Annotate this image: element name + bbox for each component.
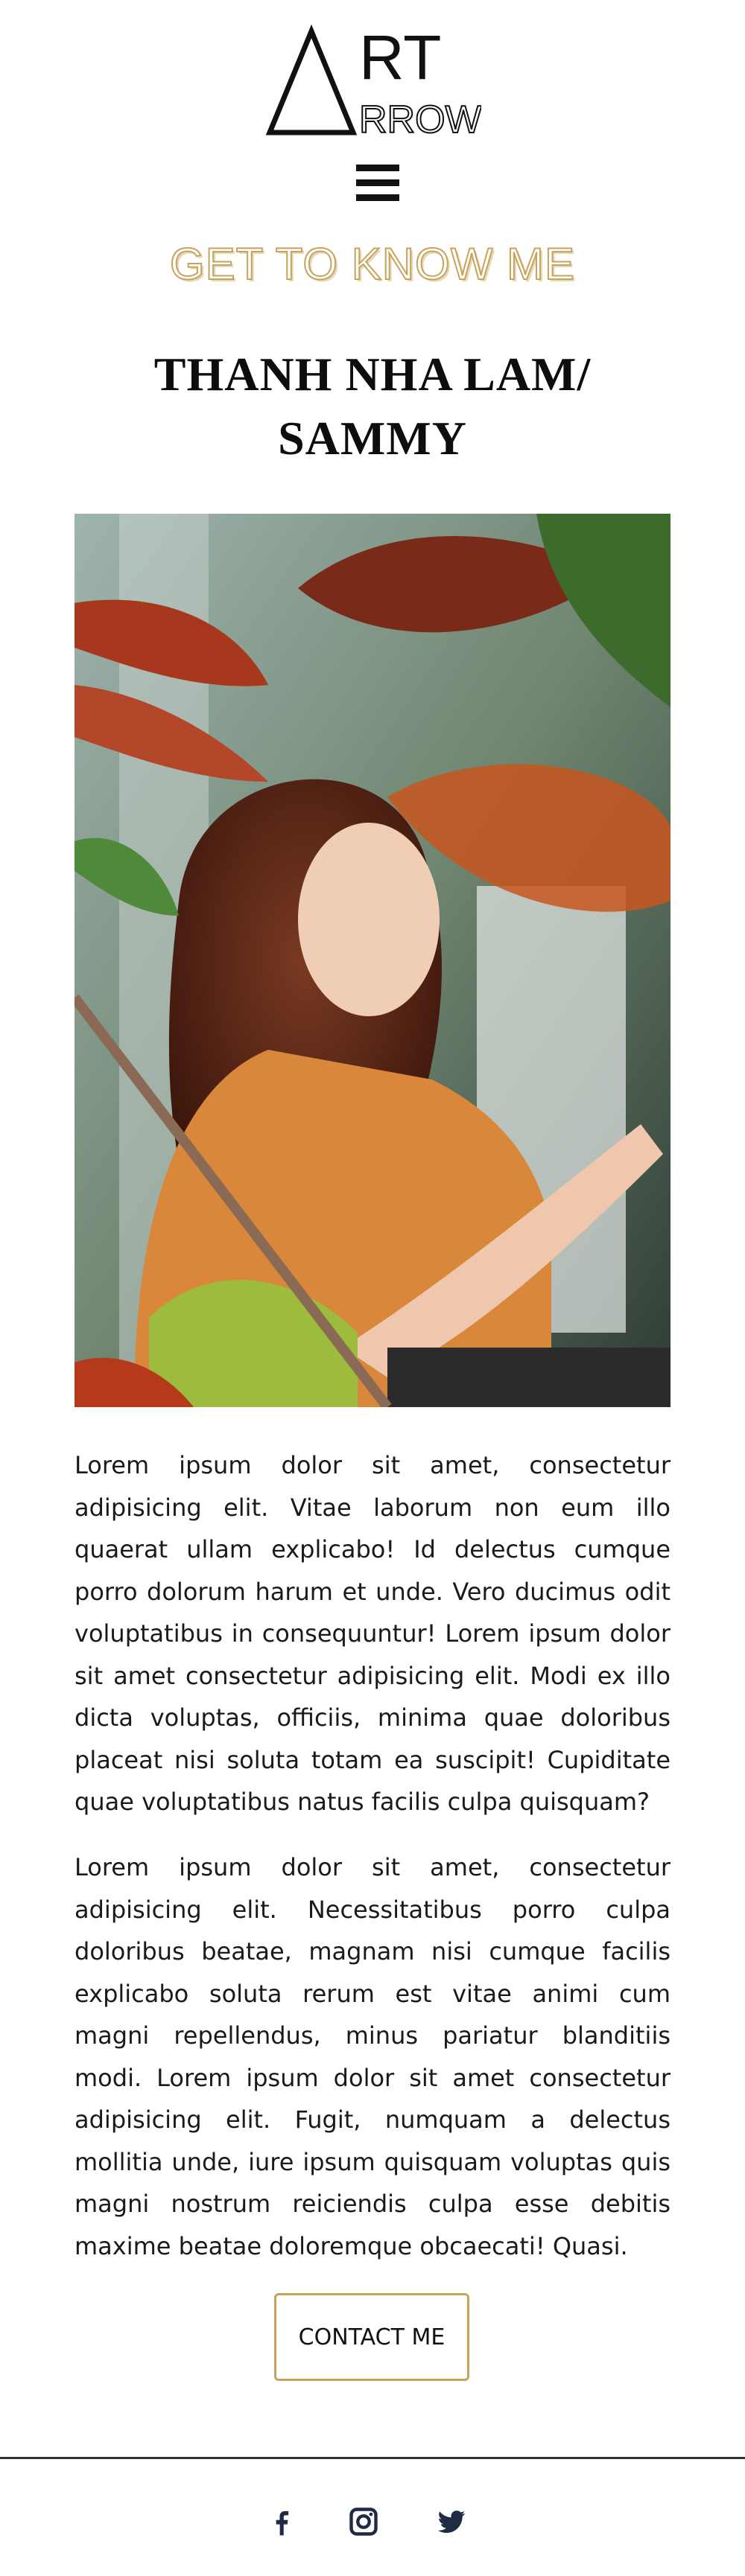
facebook-icon[interactable] [265,2505,298,2538]
profile-name: THANH NHA LAM/ SAMMY [153,348,592,465]
footer-divider [0,2457,745,2459]
twitter-icon[interactable] [435,2505,468,2538]
contact-me-button[interactable]: CONTACT ME [274,2293,469,2381]
about-paragraph-1: Lorem ipsum dolor sit amet, consectetur … [74,1451,670,1816]
art-arrow-logo-icon: RT RROW [265,24,481,137]
hamburger-bar [356,179,399,186]
instagram-icon[interactable] [347,2505,380,2538]
hamburger-menu-button[interactable] [356,165,399,202]
svg-text:RROW: RROW [359,98,481,137]
profile-photo [74,514,670,1407]
svg-text:RT: RT [359,24,441,92]
brand-logo[interactable]: RT RROW [264,24,481,137]
section-kicker: GET TO KNOW ME [169,238,576,290]
hamburger-bar [356,194,399,201]
about-paragraph-2: Lorem ipsum dolor sit amet, consectetur … [74,1853,670,2260]
hamburger-bar [356,165,399,171]
